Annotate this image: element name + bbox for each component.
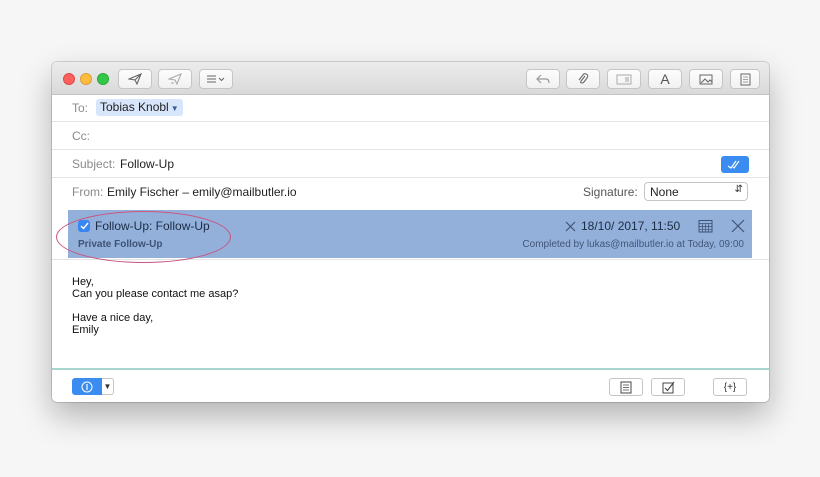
close-followup-icon[interactable] — [731, 219, 745, 233]
body-line: Hey, — [72, 276, 94, 288]
reply-button[interactable] — [526, 69, 560, 89]
cc-label: Cc: — [72, 129, 90, 143]
followup-title: Follow-Up: Follow-Up — [95, 219, 210, 233]
body-line: Have a nice day, — [72, 312, 154, 324]
tasks-button[interactable] — [651, 378, 685, 396]
smart-snippets-button[interactable]: {+} — [713, 378, 747, 396]
toolbar: A — [52, 62, 769, 95]
mail-compose-window: A To: Tobias Knobl ▼ Cc: Subject: Follow-… — [52, 62, 769, 402]
header-fields-icon — [616, 74, 632, 84]
note-icon — [620, 381, 632, 393]
info-icon — [81, 381, 93, 392]
paper-plane-icon — [128, 73, 142, 85]
font-icon: A — [660, 71, 670, 87]
subject-field-row: Subject: Follow-Up — [52, 150, 769, 178]
chevron-down-icon: ▼ — [103, 382, 112, 391]
signature-select[interactable]: None ⇵ — [644, 182, 748, 201]
list-icon — [207, 75, 225, 83]
checkbox-icon — [662, 381, 674, 393]
send-later-icon — [168, 73, 182, 85]
minimize-window-button[interactable] — [80, 73, 92, 85]
to-field-row: To: Tobias Knobl ▼ — [52, 94, 769, 122]
followup-datetime[interactable]: 18/10/ 2017, 11:50 — [581, 219, 680, 233]
signature-label: Signature: — [583, 185, 638, 199]
double-check-icon — [727, 160, 740, 169]
attach-button[interactable] — [566, 69, 600, 89]
format-bar-button[interactable] — [607, 69, 641, 89]
cc-field-row[interactable]: Cc: — [52, 122, 769, 150]
followup-checkbox[interactable] — [78, 220, 90, 232]
clear-date-icon[interactable] — [565, 221, 576, 232]
close-window-button[interactable] — [63, 73, 75, 85]
from-field-row: From: Emily Fischer – emily@mailbutler.i… — [52, 178, 769, 206]
notes-button[interactable] — [609, 378, 643, 396]
chevron-down-icon: ▼ — [170, 104, 179, 113]
photo-browser-button[interactable] — [689, 69, 723, 89]
checkmark-icon — [80, 222, 89, 230]
calendar-icon[interactable] — [698, 219, 713, 233]
mailbutler-tracking-button[interactable] — [721, 156, 749, 173]
font-button[interactable]: A — [648, 69, 682, 89]
photo-icon — [699, 74, 713, 84]
followup-completed-status: Completed by lukas@mailbutler.io at Toda… — [522, 239, 744, 250]
from-select[interactable]: Emily Fischer – emily@mailbutler.io — [107, 185, 297, 199]
recipient-token[interactable]: Tobias Knobl ▼ — [96, 99, 183, 116]
mailbutler-menu-button[interactable]: ▼ — [102, 378, 114, 395]
body-line: Can you please contact me asap? — [72, 288, 239, 300]
mailbutler-bottom-bar: ▼ {+} — [52, 370, 769, 402]
recipient-name: Tobias Knobl — [100, 100, 169, 114]
body-line: Emily — [72, 324, 99, 336]
zoom-window-button[interactable] — [97, 73, 109, 85]
from-label: From: — [72, 185, 104, 199]
document-icon — [740, 73, 750, 85]
updown-chevron-icon: ⇵ — [734, 184, 743, 195]
reply-arrow-icon — [536, 74, 550, 84]
divider — [52, 258, 769, 260]
paperclip-icon — [578, 73, 589, 84]
followup-type: Private Follow-Up — [78, 239, 163, 250]
stationery-button[interactable] — [730, 69, 760, 89]
followup-banner: Follow-Up: Follow-Up Private Follow-Up 1… — [68, 210, 752, 258]
mailbutler-button[interactable] — [72, 378, 102, 395]
send-later-button[interactable] — [158, 69, 192, 89]
send-button[interactable] — [118, 69, 152, 89]
signature-value: None — [650, 185, 679, 199]
subject-label: Subject: — [72, 157, 116, 171]
subject-field[interactable]: Follow-Up — [120, 157, 174, 171]
snippet-icon: {+} — [723, 381, 737, 393]
to-label: To: — [72, 101, 89, 115]
header-fields-menu-button[interactable] — [199, 69, 233, 89]
